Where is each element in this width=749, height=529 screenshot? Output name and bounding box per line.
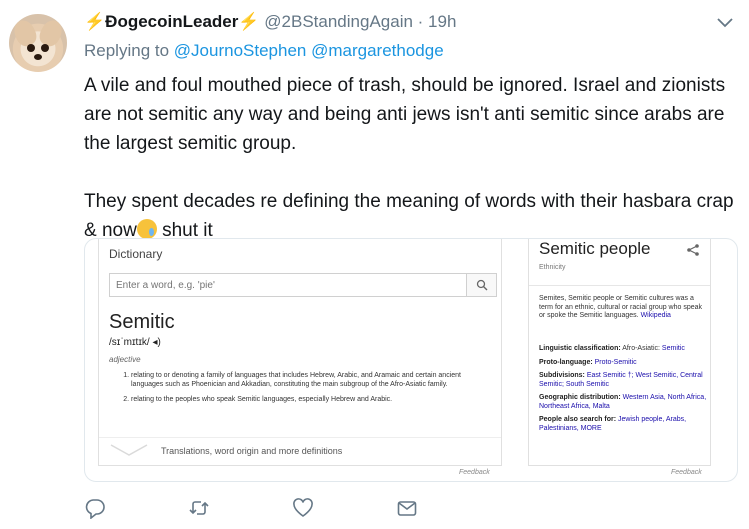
- timestamp[interactable]: 19h: [428, 12, 456, 31]
- fact-row: Geographic distribution: Western Asia, N…: [539, 394, 707, 410]
- message-icon[interactable]: [396, 497, 418, 519]
- fact-row: Proto-language: Proto-Semitic: [539, 358, 637, 366]
- lightning-icon: ⚡: [238, 12, 260, 31]
- knowledge-panel-feedback[interactable]: Feedback: [671, 469, 702, 476]
- attached-image[interactable]: Dictionary Semitic /sɪˈmɪtɪk/ ◂) adjecti…: [84, 238, 738, 482]
- divider: [529, 285, 710, 286]
- knowledge-panel-title: Semitic people: [539, 239, 651, 258]
- crying-face-emoji-icon: [136, 219, 157, 239]
- dictionary-title: Dictionary: [109, 247, 163, 261]
- display-name[interactable]: ÐogecoinLeader: [105, 12, 238, 31]
- more-definitions-row[interactable]: Translations, word origin and more defin…: [99, 437, 501, 465]
- fact-row: Linguistic classification: Afro-Asiatic:…: [539, 345, 685, 352]
- dictionary-search: [109, 273, 497, 297]
- tweet-paragraph-1: A vile and foul mouthed piece of trash, …: [84, 75, 726, 154]
- pronunciation: /sɪˈmɪtɪk/ ◂): [109, 337, 161, 348]
- retweet-icon[interactable]: [188, 497, 210, 519]
- dictionary-search-input[interactable]: [110, 274, 466, 296]
- chevron-down-icon: [110, 444, 148, 456]
- separator: ·: [412, 12, 429, 31]
- speaker-icon[interactable]: ◂): [152, 337, 160, 348]
- reply-mention-1[interactable]: @JournoStephen: [174, 41, 307, 60]
- share-icon[interactable]: [686, 243, 700, 257]
- replying-label: Replying to: [84, 41, 174, 60]
- dictionary-panel: Dictionary Semitic /sɪˈmɪtɪk/ ◂) adjecti…: [98, 239, 502, 466]
- tweet-actions: [84, 497, 444, 521]
- definition-list: relating to or denoting a family of lang…: [121, 371, 493, 410]
- dictionary-feedback[interactable]: Feedback: [459, 469, 490, 476]
- user-handle[interactable]: @2BStandingAgain: [264, 12, 413, 31]
- fact-row: Subdivisions: East Semitic †; West Semit…: [539, 372, 703, 388]
- wikipedia-link[interactable]: Wikipedia: [641, 312, 671, 319]
- tweet-header: ⚡ÐogecoinLeader⚡ @2BStandingAgain · 19h: [84, 10, 456, 34]
- definition-item: relating to or denoting a family of lang…: [131, 371, 493, 389]
- more-definitions-label: Translations, word origin and more defin…: [161, 446, 343, 456]
- reply-icon[interactable]: [84, 497, 106, 519]
- dictionary-word: Semitic: [109, 311, 175, 333]
- reply-mention-2[interactable]: @margarethodge: [311, 41, 444, 60]
- fact-row: People also search for: Jewish people, A…: [539, 416, 687, 432]
- chevron-down-icon[interactable]: [715, 12, 735, 32]
- search-icon: [476, 279, 487, 291]
- part-of-speech: adjective: [109, 355, 141, 364]
- knowledge-panel: Semitic people Ethnicity Semites, Semiti…: [528, 239, 711, 466]
- like-icon[interactable]: [292, 497, 314, 519]
- tweet-paragraph-2: They spent decades re defining the meani…: [84, 191, 734, 241]
- knowledge-panel-facts: Linguistic classification: Afro-Asiatic:…: [539, 345, 707, 438]
- search-button[interactable]: [466, 274, 496, 296]
- knowledge-panel-description: Semites, Semitic people or Semitic cultu…: [539, 295, 703, 319]
- replying-to: Replying to @JournoStephen @margarethodg…: [84, 41, 444, 61]
- knowledge-panel-subtitle: Ethnicity: [539, 264, 566, 271]
- lightning-icon: ⚡: [84, 12, 106, 31]
- avatar[interactable]: [9, 14, 67, 72]
- definition-item: relating to the peoples who speak Semiti…: [131, 395, 493, 404]
